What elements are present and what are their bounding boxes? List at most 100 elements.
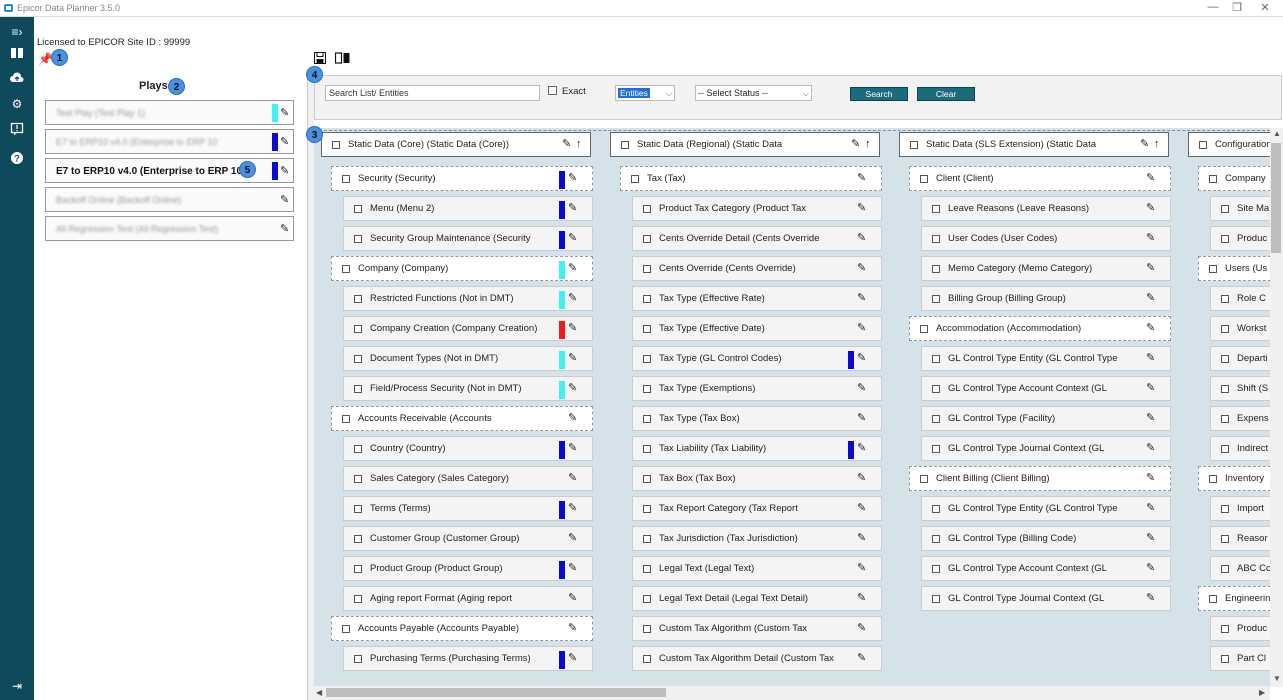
edit-icon[interactable]: ✎: [857, 261, 866, 274]
group-card[interactable]: Company✎: [1198, 166, 1270, 191]
entity-card[interactable]: Custom Tax Algorithm Detail (Custom Tax ✎: [632, 646, 882, 671]
entity-card[interactable]: Tax Box (Tax Box) ✎: [632, 466, 882, 491]
edit-icon[interactable]: ✎: [1140, 137, 1149, 150]
checkbox[interactable]: [354, 295, 362, 303]
entity-card[interactable]: Cents Override Detail (Cents Override ✎: [632, 226, 882, 251]
scroll-right-icon[interactable]: ▶: [1259, 688, 1265, 697]
checkbox[interactable]: [1221, 385, 1229, 393]
edit-icon[interactable]: ✎: [280, 222, 289, 235]
minimize-icon[interactable]: —: [1203, 1, 1223, 13]
checkbox[interactable]: [643, 295, 651, 303]
arrow-up-icon[interactable]: ↑: [1154, 138, 1160, 150]
cloud-upload-icon[interactable]: [7, 69, 27, 87]
edit-icon[interactable]: ✎: [1146, 291, 1155, 304]
checkbox[interactable]: [1209, 595, 1217, 603]
checkbox[interactable]: [354, 325, 362, 333]
checkbox[interactable]: [932, 505, 940, 513]
entity-card[interactable]: GL Control Type Entity (GL Control Type ✎: [921, 496, 1171, 521]
edit-icon[interactable]: ✎: [280, 106, 289, 119]
checkbox[interactable]: [643, 565, 651, 573]
help-icon[interactable]: ?: [7, 149, 27, 167]
checkbox[interactable]: [1221, 505, 1229, 513]
entity-card[interactable]: Tax Report Category (Tax Report ✎: [632, 496, 882, 521]
edit-icon[interactable]: ✎: [568, 471, 577, 484]
checkbox[interactable]: [621, 141, 629, 149]
entity-card[interactable]: Part Cl✎: [1210, 646, 1270, 671]
entity-card[interactable]: Tax Type (Tax Box) ✎: [632, 406, 882, 431]
edit-icon[interactable]: ✎: [1146, 321, 1155, 334]
feedback-icon[interactable]: [7, 120, 27, 138]
checkbox[interactable]: [1209, 475, 1217, 483]
edit-icon[interactable]: ✎: [857, 561, 866, 574]
edit-icon[interactable]: ✎: [1146, 411, 1155, 424]
clear-button[interactable]: Clear: [917, 87, 975, 101]
entity-card[interactable]: Legal Text Detail (Legal Text Detail) ✎: [632, 586, 882, 611]
edit-icon[interactable]: ✎: [1146, 501, 1155, 514]
edit-icon[interactable]: ✎: [857, 291, 866, 304]
entity-card[interactable]: Produc✎: [1210, 616, 1270, 641]
entity-card[interactable]: Tax Type (Effective Rate) ✎: [632, 286, 882, 311]
edit-icon[interactable]: ✎: [568, 531, 577, 544]
checkbox[interactable]: [342, 415, 350, 423]
checkbox[interactable]: [354, 445, 362, 453]
group-card[interactable]: Accounts Payable (Accounts Payable) ✎: [331, 616, 593, 641]
checkbox[interactable]: [354, 595, 362, 603]
group-card[interactable]: Client Billing (Client Billing) ✎: [909, 466, 1171, 491]
group-card[interactable]: Client (Client) ✎: [909, 166, 1171, 191]
checkbox[interactable]: [910, 141, 918, 149]
entity-card[interactable]: Field/Process Security (Not in DMT) ✎: [343, 376, 593, 401]
entity-card[interactable]: Tax Type (GL Control Codes) ✎: [632, 346, 882, 371]
group-card[interactable]: Engineerin✎: [1198, 586, 1270, 611]
entity-card[interactable]: Workst✎: [1210, 316, 1270, 341]
checkbox[interactable]: [643, 655, 651, 663]
edit-icon[interactable]: ✎: [857, 381, 866, 394]
scroll-thumb[interactable]: [326, 688, 666, 697]
entity-card[interactable]: GL Control Type Account Context (GL ✎: [921, 556, 1171, 581]
checkbox[interactable]: [631, 175, 639, 183]
checkbox[interactable]: [643, 265, 651, 273]
entity-card[interactable]: Document Types (Not in DMT) ✎: [343, 346, 593, 371]
checkbox[interactable]: [932, 205, 940, 213]
checkbox[interactable]: [932, 295, 940, 303]
entity-card[interactable]: Tax Type (Exemptions) ✎: [632, 376, 882, 401]
checkbox[interactable]: [1221, 535, 1229, 543]
search-button[interactable]: Search: [850, 87, 908, 101]
edit-icon[interactable]: ✎: [280, 193, 289, 206]
entity-card[interactable]: ABC Co✎: [1210, 556, 1270, 581]
checkbox[interactable]: [1209, 175, 1217, 183]
entity-card[interactable]: Departi✎: [1210, 346, 1270, 371]
checkbox[interactable]: [354, 475, 362, 483]
category-card[interactable]: Static Data (SLS Extension) (Static Data…: [899, 132, 1169, 157]
entity-card[interactable]: Cents Override (Cents Override) ✎: [632, 256, 882, 281]
checkbox[interactable]: [643, 475, 651, 483]
edit-icon[interactable]: ✎: [857, 201, 866, 214]
checkbox[interactable]: [1221, 205, 1229, 213]
checkbox[interactable]: [643, 235, 651, 243]
checkbox-box[interactable]: [548, 86, 557, 95]
edit-icon[interactable]: ✎: [568, 381, 577, 394]
entity-card[interactable]: Tax Type (Effective Date) ✎: [632, 316, 882, 341]
category-card[interactable]: Static Data (Regional) (Static Data ✎ ↑: [610, 132, 880, 157]
edit-icon[interactable]: ✎: [857, 471, 866, 484]
edit-icon[interactable]: ✎: [857, 651, 866, 664]
entity-card[interactable]: Billing Group (Billing Group) ✎: [921, 286, 1171, 311]
edit-icon[interactable]: ✎: [857, 441, 866, 454]
checkbox[interactable]: [332, 141, 340, 149]
checkbox[interactable]: [932, 265, 940, 273]
play-item[interactable]: E7 to ERP10 v4.0 (Enterprise to ERP 10 ✎: [45, 129, 294, 154]
checkbox[interactable]: [932, 415, 940, 423]
edit-icon[interactable]: ✎: [568, 351, 577, 364]
edit-icon[interactable]: ✎: [568, 501, 577, 514]
entity-card[interactable]: Aging report Format (Aging report ✎: [343, 586, 593, 611]
edit-icon[interactable]: ✎: [568, 201, 577, 214]
edit-icon[interactable]: ✎: [857, 171, 866, 184]
checkbox[interactable]: [1221, 295, 1229, 303]
checkbox[interactable]: [1221, 235, 1229, 243]
collapse-menu-icon[interactable]: ≡›: [7, 23, 27, 41]
edit-icon[interactable]: ✎: [568, 651, 577, 664]
entity-card[interactable]: GL Control Type Journal Context (GL ✎: [921, 586, 1171, 611]
checkbox[interactable]: [354, 205, 362, 213]
entity-card[interactable]: Customer Group (Customer Group) ✎: [343, 526, 593, 551]
entity-card[interactable]: Product Tax Category (Product Tax ✎: [632, 196, 882, 221]
close-icon[interactable]: ✕: [1255, 1, 1275, 14]
